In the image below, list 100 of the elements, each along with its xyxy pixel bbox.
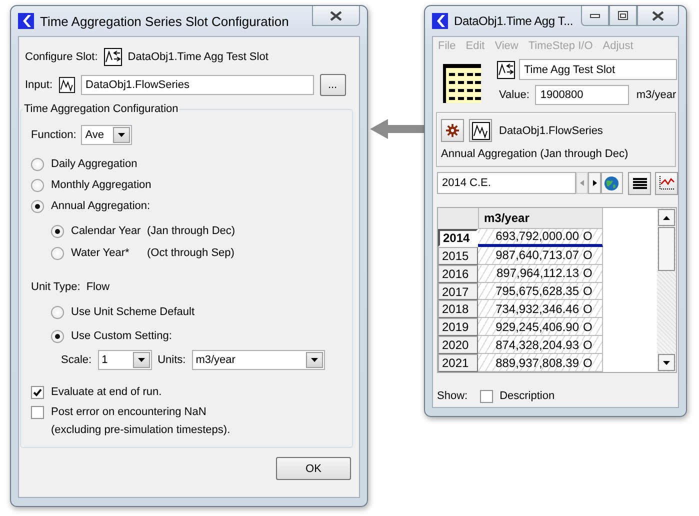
slot-name-field[interactable]: Time Agg Test Slot <box>519 59 677 80</box>
row-header[interactable]: 2015 <box>438 246 478 265</box>
group-title: Time Aggregation Configuration <box>23 103 180 115</box>
unit-type-value: Flow <box>86 281 110 293</box>
date-field[interactable]: 2014 C.E. <box>437 172 576 194</box>
table-cell: O <box>582 318 603 336</box>
units-dropdown[interactable]: m3/year <box>192 350 325 370</box>
option-label: Use Custom Setting: <box>71 330 172 342</box>
table-cell: O <box>582 300 603 318</box>
list-icon <box>632 176 647 190</box>
radio-button[interactable] <box>31 178 44 192</box>
field-label: Value: <box>499 88 530 100</box>
checkbox-label: Description <box>500 390 555 402</box>
close-icon <box>330 10 342 20</box>
app-logo-icon <box>18 13 34 29</box>
slot-name: DataObj1.Time Agg Test Slot <box>128 51 268 63</box>
row-header[interactable]: 2021 <box>438 354 478 372</box>
field-label: Configure Slot: <box>25 51 98 63</box>
radio-button[interactable] <box>51 224 64 238</box>
gear-icon <box>446 124 459 137</box>
table-cell: O <box>582 336 603 354</box>
close-button[interactable] <box>312 6 360 26</box>
maximize-button[interactable] <box>609 6 637 26</box>
option-note: (Oct through Sep) <box>147 247 234 259</box>
option-label: Annual Aggregation: <box>51 200 150 212</box>
chart-icon <box>658 176 675 190</box>
series-button[interactable] <box>469 119 492 142</box>
table-cell: 987,640,713.07 <box>478 246 582 265</box>
option-note: (Jan through Dec) <box>147 225 236 237</box>
next-button[interactable] <box>588 172 602 194</box>
maximize-icon <box>618 11 628 20</box>
column-header: m3/year <box>478 208 603 229</box>
scrollbar-thumb[interactable] <box>658 227 675 271</box>
table-cell: 897,964,112.13 <box>478 264 582 283</box>
checkbox[interactable] <box>480 390 493 402</box>
list-view-button[interactable] <box>628 172 652 194</box>
left-arrow-icon <box>580 180 584 186</box>
checkbox-label: Post error on encountering NaN (excluding pre-simulation timesteps). <box>51 405 230 438</box>
row-header[interactable]: 2014 <box>438 228 478 247</box>
option-label: Daily Aggregation <box>51 158 138 170</box>
field-label: Scale: <box>61 354 92 366</box>
row-header[interactable]: 2018 <box>438 300 478 318</box>
value-field[interactable]: 1900800 <box>535 84 630 104</box>
field-label: Show: <box>437 390 468 402</box>
radio-button[interactable] <box>51 246 64 260</box>
globe-icon <box>604 176 620 190</box>
ok-button[interactable]: OK <box>276 457 351 480</box>
checkbox[interactable] <box>31 386 44 399</box>
table-icon <box>443 61 481 103</box>
row-header[interactable]: 2020 <box>438 336 478 354</box>
window-title: DataObj1.Time Agg T... <box>454 14 573 28</box>
checkbox-label: Evaluate at end of run. <box>51 385 162 400</box>
dropdown-arrow-icon <box>138 358 145 362</box>
waveform-icon <box>472 122 490 140</box>
table-cell: 795,675,628.35 <box>478 282 582 300</box>
app-logo-icon <box>432 13 448 29</box>
series-name: DataObj1.FlowSeries <box>499 124 603 136</box>
dropdown-arrow-icon <box>118 133 126 137</box>
settings-button[interactable] <box>441 119 464 142</box>
down-arrow-icon <box>663 360 670 364</box>
globe-button[interactable] <box>601 172 623 194</box>
field-label: Unit Type: <box>31 281 80 293</box>
option-label: Monthly Aggregation <box>51 179 152 191</box>
plot-button[interactable] <box>655 172 678 194</box>
checkbox[interactable] <box>31 406 44 419</box>
field-label: Input: <box>25 79 53 91</box>
option-label: Use Unit Scheme Default <box>71 306 194 318</box>
input-field[interactable]: DataObj1.FlowSeries <box>80 75 314 95</box>
series-icon <box>58 77 75 93</box>
table-cell: O <box>582 354 603 372</box>
row-header[interactable]: 2017 <box>438 282 478 300</box>
field-label: Units: <box>158 354 186 366</box>
unit-label: m3/year <box>636 88 676 100</box>
minimize-button[interactable] <box>581 6 609 26</box>
table-cell: O <box>582 228 603 247</box>
scale-dropdown[interactable]: 1 <box>98 350 152 370</box>
close-button[interactable] <box>637 6 679 26</box>
radio-button[interactable] <box>51 330 64 342</box>
option-label: Water Year* <box>71 247 130 259</box>
field-label: Function: <box>31 129 76 141</box>
table-cell: O <box>582 282 603 300</box>
row-header[interactable]: 2019 <box>438 318 478 336</box>
row-header[interactable]: 2016 <box>438 264 478 283</box>
window-title: Time Aggregation Series Slot Configuration <box>40 14 289 28</box>
radio-button[interactable] <box>31 158 44 170</box>
function-dropdown[interactable]: Ave <box>81 125 132 145</box>
scrollbar[interactable] <box>657 208 676 372</box>
minimize-icon <box>590 14 600 18</box>
dropdown-arrow-icon <box>310 358 318 362</box>
close-icon <box>652 10 664 20</box>
radio-button[interactable] <box>31 200 44 212</box>
table-cell: O <box>582 264 603 283</box>
table-cell: 734,932,346.46 <box>478 300 582 318</box>
up-arrow-icon <box>663 216 670 220</box>
table-cell: O <box>582 246 603 265</box>
table-cell: 693,792,000.00 <box>478 228 582 247</box>
right-arrow-icon <box>592 180 597 186</box>
radio-button[interactable] <box>51 306 64 318</box>
table-cell: 889,937,808.39 <box>478 354 582 372</box>
browse-button[interactable]: ... <box>320 74 346 96</box>
